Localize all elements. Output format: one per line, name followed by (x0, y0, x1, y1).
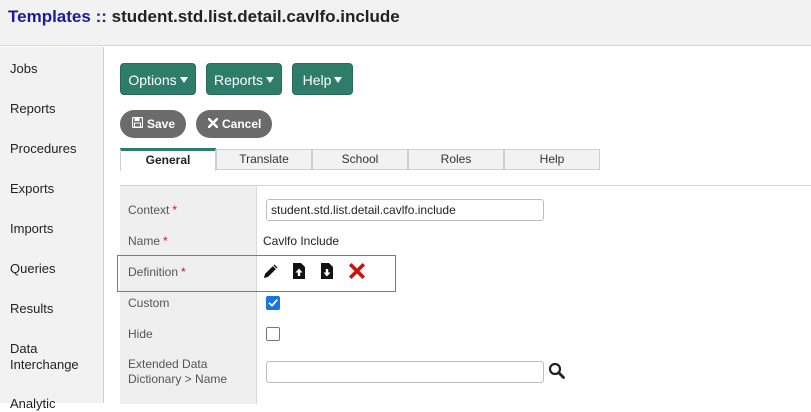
breadcrumb-separator: :: (95, 7, 107, 26)
page-title: Templates :: student.std.list.detail.cav… (8, 7, 400, 27)
delete-icon[interactable] (347, 261, 367, 281)
hide-label: Hide (128, 327, 153, 341)
save-button[interactable]: Save (120, 110, 186, 138)
chevron-down-icon (179, 77, 188, 84)
cancel-button[interactable]: Cancel (196, 110, 272, 138)
tab-bar: General Translate School Roles Help (120, 148, 600, 171)
main-content: Options Reports Help Save Cancel General… (104, 47, 811, 404)
tab-general[interactable]: General (120, 148, 216, 171)
close-icon (207, 110, 219, 138)
sidebar-item-imports[interactable]: Imports (10, 221, 53, 237)
upload-icon[interactable] (289, 261, 309, 281)
sidebar-item-procedures[interactable]: Procedures (10, 141, 76, 157)
sidebar-item-data-interchange[interactable]: Data Interchange (10, 341, 90, 373)
tab-roles[interactable]: Roles (408, 149, 504, 170)
sidebar-item-analytic[interactable]: Analytic (10, 396, 56, 412)
floppy-disk-icon (131, 110, 144, 138)
reports-label: Reports (213, 72, 264, 88)
chevron-down-icon (266, 77, 275, 84)
general-form: Context * student.std.list.detail.cavlfo.… (120, 185, 811, 404)
search-icon[interactable] (548, 362, 566, 380)
sidebar: Jobs Reports Procedures Exports Imports … (0, 47, 104, 411)
required-marker: * (163, 234, 168, 248)
pencil-icon[interactable] (261, 261, 281, 281)
extended-dictionary-label: Extended Data Dictionary > Name (128, 357, 228, 386)
tab-translate[interactable]: Translate (216, 149, 312, 170)
sidebar-item-queries[interactable]: Queries (10, 261, 56, 277)
tab-school[interactable]: School (312, 149, 408, 170)
options-button[interactable]: Options (120, 63, 196, 95)
cancel-label: Cancel (222, 117, 262, 131)
tab-help[interactable]: Help (504, 149, 600, 170)
save-label: Save (147, 117, 176, 131)
sidebar-item-exports[interactable]: Exports (10, 181, 54, 197)
custom-label: Custom (128, 296, 170, 310)
sidebar-item-results[interactable]: Results (10, 301, 53, 317)
name-value: Cavlfo Include (263, 234, 340, 248)
context-label: Context * (128, 203, 178, 217)
template-name: student.std.list.detail.cavlfo.include (111, 7, 400, 26)
hide-checkbox[interactable] (266, 327, 280, 341)
help-label: Help (302, 72, 332, 88)
custom-checkbox[interactable] (266, 296, 280, 310)
required-marker: * (172, 203, 178, 217)
sidebar-item-reports[interactable]: Reports (10, 101, 56, 117)
download-icon[interactable] (317, 261, 337, 281)
breadcrumb-templates[interactable]: Templates (8, 7, 91, 26)
page-header: Templates :: student.std.list.detail.cav… (0, 0, 811, 46)
chevron-down-icon (334, 77, 343, 84)
reports-button[interactable]: Reports (206, 63, 282, 95)
options-label: Options (128, 72, 177, 88)
name-label: Name * (128, 234, 168, 248)
help-button[interactable]: Help (292, 63, 353, 95)
extended-dictionary-name-field[interactable] (266, 361, 544, 383)
context-field[interactable]: student.std.list.detail.cavlfo.include (266, 199, 544, 221)
sidebar-item-jobs[interactable]: Jobs (10, 61, 37, 77)
